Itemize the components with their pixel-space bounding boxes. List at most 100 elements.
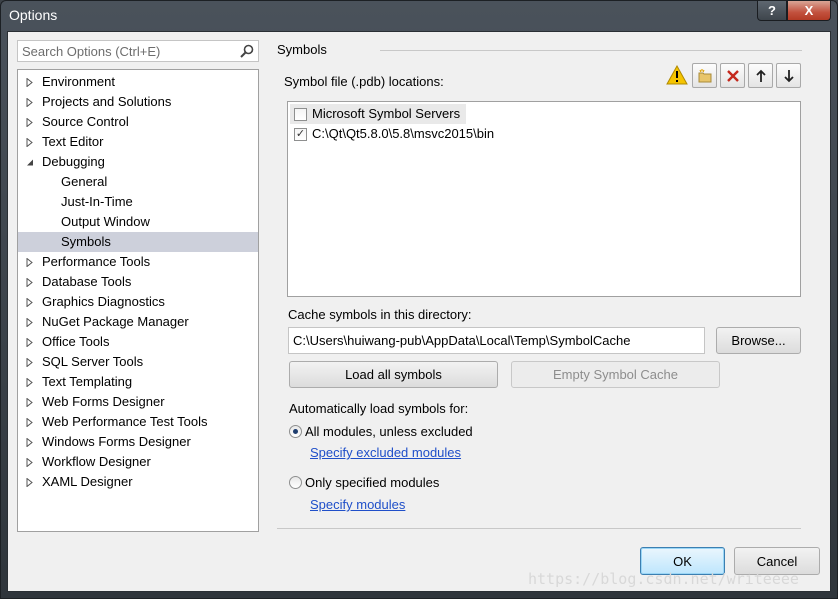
tree-item-environment[interactable]: Environment bbox=[18, 72, 258, 92]
load-all-symbols-button[interactable]: Load all symbols bbox=[289, 361, 498, 388]
tree-item-label: Web Performance Test Tools bbox=[42, 414, 208, 429]
all-modules-label[interactable]: All modules, unless excluded bbox=[305, 424, 473, 439]
tree-item-performance-tools[interactable]: Performance Tools bbox=[18, 252, 258, 272]
help-button[interactable]: ? bbox=[757, 1, 787, 21]
options-dialog: Options ? X Environment Projects and Sol… bbox=[0, 0, 838, 599]
tree-item-label: Just-In-Time bbox=[61, 194, 133, 209]
move-down-button[interactable] bbox=[776, 63, 801, 88]
expand-arrow-icon[interactable] bbox=[26, 458, 34, 467]
tree-item-source-control[interactable]: Source Control bbox=[18, 112, 258, 132]
tree-item-label: SQL Server Tools bbox=[42, 354, 144, 369]
expand-arrow-icon[interactable] bbox=[26, 138, 34, 147]
tree-item-just-in-time[interactable]: Just-In-Time bbox=[18, 192, 258, 212]
locations-label: Symbol file (.pdb) locations: bbox=[284, 74, 444, 89]
tree-item-projects-and-solutions[interactable]: Projects and Solutions bbox=[18, 92, 258, 112]
tree-item-label: NuGet Package Manager bbox=[42, 314, 189, 329]
expand-arrow-icon[interactable] bbox=[26, 418, 34, 427]
expand-arrow-icon[interactable] bbox=[26, 478, 34, 487]
section-divider bbox=[380, 50, 802, 51]
title-bar[interactable]: Options ? X bbox=[1, 1, 837, 31]
tree-item-nuget-package-manager[interactable]: NuGet Package Manager bbox=[18, 312, 258, 332]
tree-item-text-templating[interactable]: Text Templating bbox=[18, 372, 258, 392]
browse-button[interactable]: Browse... bbox=[716, 327, 801, 354]
window-title: Options bbox=[9, 7, 58, 23]
tree-item-label: Workflow Designer bbox=[42, 454, 151, 469]
tree-item-label: Text Editor bbox=[42, 134, 104, 149]
tree-item-label: Symbols bbox=[61, 234, 111, 249]
tree-item-graphics-diagnostics[interactable]: Graphics Diagnostics bbox=[18, 292, 258, 312]
expand-arrow-icon[interactable] bbox=[26, 298, 34, 307]
search-input[interactable] bbox=[18, 41, 234, 61]
options-tree[interactable]: Environment Projects and Solutions Sourc… bbox=[17, 69, 259, 532]
tree-item-output-window[interactable]: Output Window bbox=[18, 212, 258, 232]
expand-arrow-icon[interactable] bbox=[26, 378, 34, 387]
expand-arrow-icon[interactable] bbox=[26, 118, 34, 127]
tree-item-text-editor[interactable]: Text Editor bbox=[18, 132, 258, 152]
tree-item-label: Office Tools bbox=[42, 334, 110, 349]
new-location-button[interactable] bbox=[692, 63, 717, 88]
tree-item-label: XAML Designer bbox=[42, 474, 133, 489]
footer-divider bbox=[277, 528, 801, 529]
location-label: Microsoft Symbol Servers bbox=[312, 106, 461, 121]
tree-item-database-tools[interactable]: Database Tools bbox=[18, 272, 258, 292]
warning-icon bbox=[666, 65, 688, 85]
tree-item-xaml-designer[interactable]: XAML Designer bbox=[18, 472, 258, 492]
empty-symbol-cache-button[interactable]: Empty Symbol Cache bbox=[511, 361, 720, 388]
tree-item-label: Graphics Diagnostics bbox=[42, 294, 165, 309]
search-box[interactable] bbox=[17, 40, 259, 62]
tree-item-label: Web Forms Designer bbox=[42, 394, 165, 409]
dialog-body: Environment Projects and Solutions Sourc… bbox=[7, 31, 831, 592]
tree-item-label: Database Tools bbox=[42, 274, 132, 289]
tree-item-windows-forms-designer[interactable]: Windows Forms Designer bbox=[18, 432, 258, 452]
expand-arrow-icon[interactable] bbox=[26, 358, 34, 367]
section-title: Symbols bbox=[277, 42, 327, 57]
expand-arrow-icon[interactable] bbox=[26, 258, 34, 267]
expand-arrow-icon[interactable] bbox=[26, 398, 34, 407]
new-folder-icon bbox=[698, 68, 711, 82]
all-modules-radio[interactable] bbox=[289, 425, 302, 438]
search-icon[interactable] bbox=[239, 43, 255, 59]
tree-item-label: Windows Forms Designer bbox=[42, 434, 191, 449]
symbol-locations-list[interactable]: Microsoft Symbol Servers ✓ C:\Qt\Qt5.8.0… bbox=[287, 101, 801, 297]
tree-item-label: Performance Tools bbox=[42, 254, 151, 269]
watermark: https://blog.csdn.net/writeeee bbox=[528, 570, 799, 588]
expand-arrow-icon[interactable] bbox=[26, 338, 34, 347]
tree-item-debugging[interactable]: Debugging bbox=[18, 152, 258, 172]
expand-arrow-icon[interactable] bbox=[26, 278, 34, 287]
only-specified-modules-label[interactable]: Only specified modules bbox=[305, 475, 439, 490]
cache-label: Cache symbols in this directory: bbox=[288, 307, 472, 322]
expand-arrow-icon[interactable] bbox=[26, 78, 34, 87]
tree-item-label: Output Window bbox=[61, 214, 150, 229]
tree-item-label: Environment bbox=[42, 74, 115, 89]
tree-item-web-performance-test-tools[interactable]: Web Performance Test Tools bbox=[18, 412, 258, 432]
list-item[interactable]: Microsoft Symbol Servers bbox=[290, 104, 466, 124]
move-down-icon bbox=[783, 69, 794, 82]
specify-excluded-modules-link[interactable]: Specify excluded modules bbox=[310, 445, 461, 460]
tree-item-label: Source Control bbox=[42, 114, 129, 129]
tree-item-workflow-designer[interactable]: Workflow Designer bbox=[18, 452, 258, 472]
delete-icon bbox=[726, 69, 739, 82]
only-specified-modules-radio[interactable] bbox=[289, 476, 302, 489]
tree-item-web-forms-designer[interactable]: Web Forms Designer bbox=[18, 392, 258, 412]
location-checkbox[interactable] bbox=[294, 108, 307, 121]
tree-item-symbols[interactable]: Symbols bbox=[18, 232, 258, 252]
cache-directory-field[interactable]: C:\Users\huiwang-pub\AppData\Local\Temp\… bbox=[288, 327, 705, 354]
specify-modules-link[interactable]: Specify modules bbox=[310, 497, 405, 512]
expand-arrow-icon[interactable] bbox=[26, 98, 34, 107]
close-button[interactable]: X bbox=[787, 1, 831, 21]
tree-item-label: Text Templating bbox=[42, 374, 133, 389]
auto-load-label: Automatically load symbols for: bbox=[289, 401, 469, 416]
move-up-icon bbox=[755, 69, 766, 82]
tree-item-general[interactable]: General bbox=[18, 172, 258, 192]
location-label: C:\Qt\Qt5.8.0\5.8\msvc2015\bin bbox=[312, 126, 495, 141]
tree-item-label: Projects and Solutions bbox=[42, 94, 172, 109]
expand-arrow-icon[interactable] bbox=[26, 318, 34, 327]
tree-item-sql-server-tools[interactable]: SQL Server Tools bbox=[18, 352, 258, 372]
tree-item-office-tools[interactable]: Office Tools bbox=[18, 332, 258, 352]
tree-item-label: Debugging bbox=[42, 154, 105, 169]
location-checkbox[interactable]: ✓ bbox=[294, 128, 307, 141]
delete-location-button[interactable] bbox=[720, 63, 745, 88]
collapse-arrow-icon[interactable] bbox=[26, 158, 34, 167]
move-up-button[interactable] bbox=[748, 63, 773, 88]
expand-arrow-icon[interactable] bbox=[26, 438, 34, 447]
